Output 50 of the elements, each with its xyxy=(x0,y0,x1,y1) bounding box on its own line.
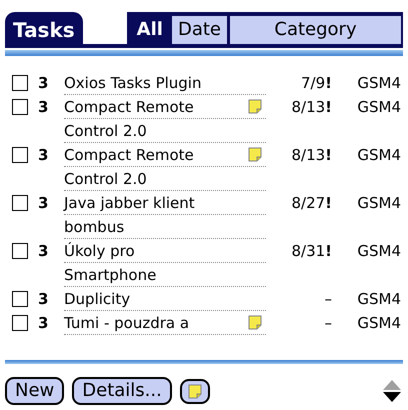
due-date: 8/31! xyxy=(290,241,332,262)
task-name[interactable]: Úkoly pro xyxy=(64,238,135,262)
category: GSM4 xyxy=(357,73,402,94)
task-checkbox[interactable] xyxy=(12,147,28,163)
task-name[interactable]: Tumi - pouzdra a xyxy=(64,310,190,334)
priority: 3 xyxy=(38,193,50,214)
task-checkbox[interactable] xyxy=(12,291,28,307)
app-title: Tasks xyxy=(5,12,83,48)
details-button[interactable]: Details... xyxy=(72,377,172,405)
task-checkbox[interactable] xyxy=(12,243,28,259)
priority: 3 xyxy=(38,145,50,166)
task-name[interactable]: Smartphone xyxy=(64,262,156,286)
category: GSM4 xyxy=(357,313,402,334)
task-name[interactable]: Compact Remote xyxy=(64,142,194,166)
task-name[interactable]: bombus xyxy=(64,214,124,238)
task-name[interactable]: Control 2.0 xyxy=(64,166,147,190)
note-icon[interactable] xyxy=(248,147,262,162)
category: GSM4 xyxy=(357,145,402,166)
priority: 3 xyxy=(38,289,50,310)
task-checkbox[interactable] xyxy=(12,99,28,115)
due-date: 8/27! xyxy=(290,193,332,214)
task-name[interactable]: Duplicity xyxy=(64,286,130,310)
priority: 3 xyxy=(38,313,50,334)
new-button[interactable]: New xyxy=(5,377,64,405)
due-date: 7/9! xyxy=(300,73,332,94)
priority: 3 xyxy=(38,97,50,118)
due-date: – xyxy=(324,313,332,334)
task-name[interactable]: Oxios Tasks Plugin xyxy=(64,70,202,94)
category: GSM4 xyxy=(357,97,402,118)
note-icon xyxy=(188,384,202,398)
priority: 3 xyxy=(38,73,50,94)
note-icon[interactable] xyxy=(248,315,262,330)
due-date: – xyxy=(324,289,332,310)
task-name[interactable]: Control 2.0 xyxy=(64,118,147,142)
filter-tab[interactable]: Category xyxy=(230,16,401,44)
task-checkbox[interactable] xyxy=(12,315,28,331)
filter-tab[interactable]: Date xyxy=(172,16,227,44)
note-button[interactable] xyxy=(180,378,210,404)
task-name[interactable]: Java jabber klient xyxy=(64,190,195,214)
task-checkbox[interactable] xyxy=(12,75,28,91)
task-name[interactable]: Compact Remote xyxy=(64,94,194,118)
note-icon[interactable] xyxy=(248,99,262,114)
category: GSM4 xyxy=(357,193,402,214)
due-date: 8/13! xyxy=(290,97,332,118)
scroll-down-icon[interactable] xyxy=(383,392,401,402)
task-checkbox[interactable] xyxy=(12,195,28,211)
priority: 3 xyxy=(38,241,50,262)
category: GSM4 xyxy=(357,241,402,262)
category: GSM4 xyxy=(357,289,402,310)
due-date: 8/13! xyxy=(290,145,332,166)
